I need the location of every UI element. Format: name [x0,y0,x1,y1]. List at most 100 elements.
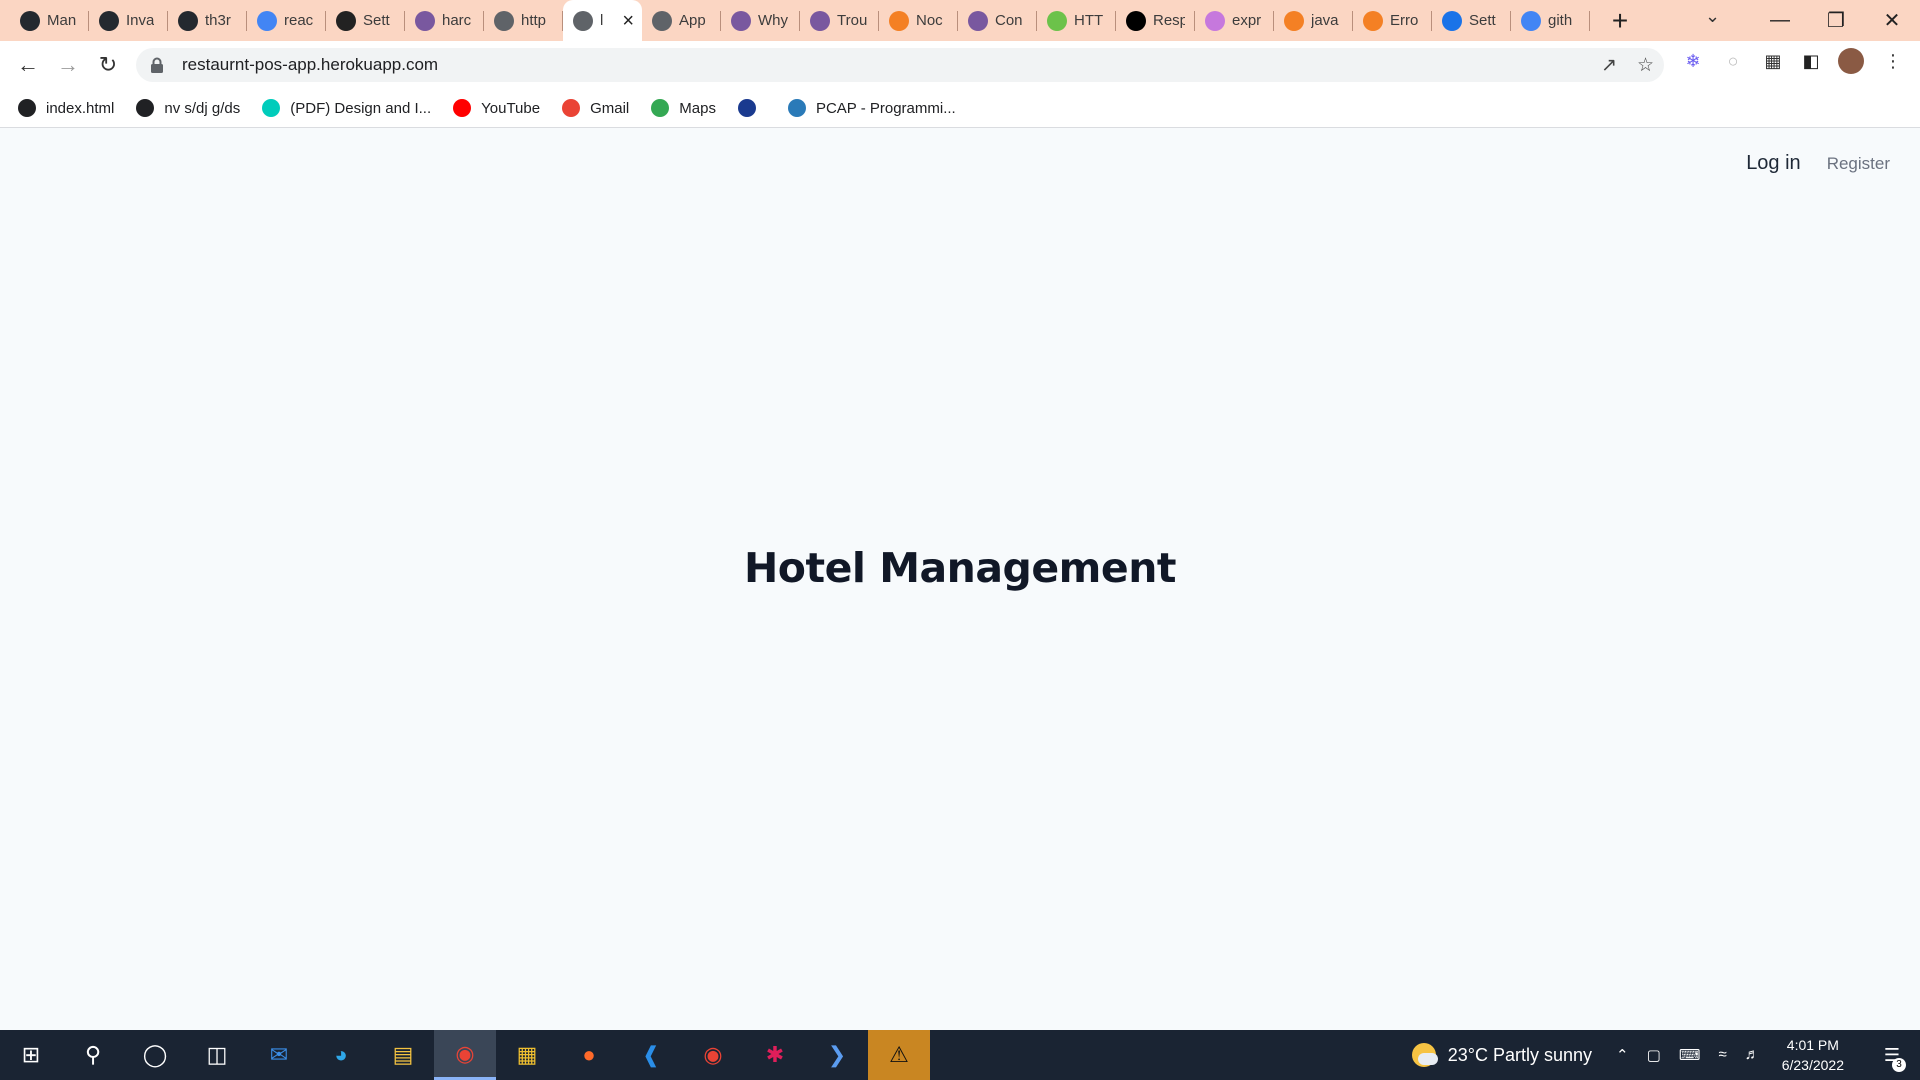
browser-tab[interactable]: reac [247,0,326,41]
tab-title: expr [1232,12,1262,29]
slack-icon[interactable]: ✱ [744,1030,806,1080]
browser-tab[interactable]: l × [563,0,642,41]
file-explorer-icon[interactable]: ▤ [372,1030,434,1080]
extension-snowflake-icon[interactable]: ❄ [1678,46,1708,76]
reload-button[interactable]: ↻ [88,45,128,85]
task-view-icon[interactable]: ◫ [186,1030,248,1080]
menu-kebab-icon[interactable]: ⋮ [1878,46,1908,76]
tab-title: http [521,12,547,29]
chevron-up-icon[interactable]: ⌃ [1616,1046,1629,1064]
tab-list: Man Inva th3r reac Sett harc http l × App Why Trou N… [0,0,1640,41]
globe-icon [573,10,593,31]
edge-icon[interactable]: ◕ [310,1030,372,1080]
clock-time: 4:01 PM [1786,1037,1839,1053]
browser-tab[interactable]: Sett [326,0,405,41]
volume-icon[interactable]: ♬ [1745,1046,1760,1064]
tab-title: HTT [1074,12,1104,29]
browser-tab[interactable]: java [1274,0,1353,41]
bookmark-app-icon [737,99,756,117]
tab-title: Noc [916,12,943,29]
extensions-puzzle-icon[interactable]: ▦ [1758,46,1788,76]
browser-tab[interactable]: Trou [800,0,879,41]
keyboard-icon[interactable]: ⌨ [1679,1046,1701,1064]
forward-button[interactable]: → [48,45,88,85]
search-icon[interactable]: ⚲ [62,1030,124,1080]
tab-title: Sett [363,12,390,29]
weather-text: 23°C Partly sunny [1447,1044,1593,1065]
tab-search-icon[interactable]: ⌄ [1705,6,1720,27]
bookmark-star-icon[interactable]: ☆ [1637,54,1654,77]
extension-circle-icon[interactable]: ○ [1718,46,1748,76]
warning-icon[interactable]: ⚠ [868,1030,930,1080]
share-icon[interactable]: ↗ [1601,54,1617,77]
maps-icon [651,99,670,117]
register-link[interactable]: Register [1827,154,1890,174]
side-panel-icon[interactable]: ◧ [1796,46,1826,76]
start-windows-icon[interactable]: ⊞ [0,1030,62,1080]
restore-icon[interactable]: ❐ [1808,8,1864,33]
globe-icon [652,10,672,31]
browser-tab[interactable]: App [642,0,721,41]
minimize-icon[interactable]: — [1752,9,1808,32]
cortana-icon[interactable]: ◯ [124,1030,186,1080]
weather-widget[interactable]: 23°C Partly sunny [1411,1043,1593,1067]
bookmark-label: index.html [46,99,115,117]
bookmark-item[interactable]: PCAP - Programmi... [787,99,956,117]
globe-icon [494,10,514,31]
tab-title: Sett [1469,12,1496,29]
browser-tab[interactable]: Man [10,0,89,41]
new-tab-button[interactable]: + [1600,0,1640,41]
bookmark-item[interactable]: Maps [651,99,716,117]
clock[interactable]: 4:01 PM 6/23/2022 [1782,1035,1844,1075]
tab-title: gith [1548,12,1573,29]
notification-icon[interactable]: ☰ 3 [1872,1045,1912,1072]
address-bar[interactable]: restaurnt-pos-app.herokuapp.com ↗ ☆ [136,48,1664,82]
bookmark-item[interactable] [737,99,766,117]
close-tab-icon[interactable]: × [622,10,634,33]
browser-tab[interactable]: Con [958,0,1037,41]
tab-title: Why [758,12,788,29]
store-icon[interactable]: ▦ [496,1030,558,1080]
mail-icon[interactable]: ✉ [248,1030,310,1080]
browser-tab[interactable]: Noc [879,0,958,41]
chrome-icon[interactable]: ◉ [434,1030,496,1080]
tab-title: Trou [837,12,868,29]
back-button[interactable]: ← [8,45,48,85]
bookmark-item[interactable]: index.html [18,99,114,117]
vscode-icon[interactable]: ❰ [620,1030,682,1080]
tab-title: Inva [126,12,155,29]
window-controls: — ❐ ✕ [1752,0,1920,41]
bookmark-label: PCAP - Programmi... [815,99,956,117]
gmail-icon [562,99,581,117]
meet-now-icon[interactable]: ▢ [1647,1046,1661,1064]
bookmark-item[interactable]: YouTube [453,99,540,117]
browser-tab[interactable]: Erro [1353,0,1432,41]
browser-tab[interactable]: Inva [89,0,168,41]
chrome-alt-icon[interactable]: ◉ [682,1030,744,1080]
browser-tab[interactable]: Sett [1432,0,1511,41]
browser-tab[interactable]: th3r [168,0,247,41]
bookmark-item[interactable]: Gmail [562,99,629,117]
login-link[interactable]: Log in [1746,152,1801,175]
browser-tab[interactable]: Resp [1116,0,1195,41]
page-title: Hotel Management [743,544,1177,592]
browser-tab[interactable]: harc [405,0,484,41]
bookmark-item[interactable]: nv s/dj g/ds [136,99,240,117]
browser-tab[interactable]: expr [1195,0,1274,41]
browser-tab[interactable]: http [484,0,563,41]
lock-icon [151,57,163,73]
browser-tab[interactable]: Why [721,0,800,41]
powershell-icon[interactable]: ❯ [806,1030,868,1080]
wifi-icon[interactable]: ≈ [1718,1046,1726,1064]
browser-tab[interactable]: HTT [1037,0,1116,41]
react-icon [336,10,356,31]
heroku-icon [968,10,988,31]
url-text: restaurnt-pos-app.herokuapp.com [182,55,439,74]
postman-icon[interactable]: ● [558,1030,620,1080]
close-window-icon[interactable]: ✕ [1864,8,1920,33]
profile-avatar[interactable] [1838,48,1864,74]
bookmark-item[interactable]: (PDF) Design and I... [262,99,431,117]
system-tray: 23°C Partly sunny ⌃ ▢ ⌨ ≈ ♬ 4:01 PM 6/23… [1411,1030,1920,1080]
tab-title: App [679,12,706,29]
browser-tab[interactable]: gith [1511,0,1590,41]
